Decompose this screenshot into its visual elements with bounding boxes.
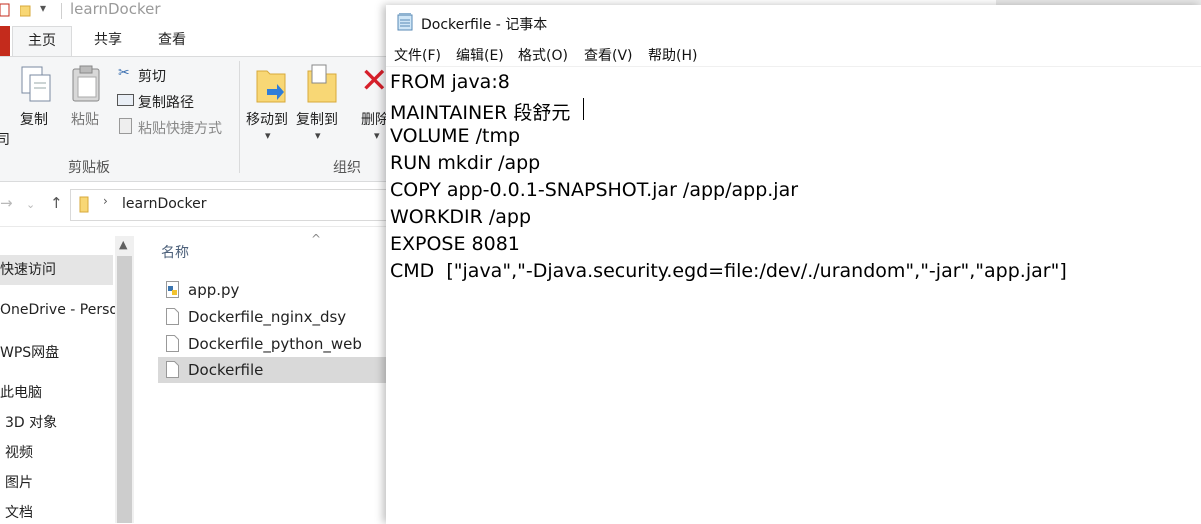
python-file-icon bbox=[166, 281, 179, 298]
properties-icon[interactable] bbox=[0, 3, 12, 17]
address-bar: → ⌄ ↑ › learnDocker bbox=[0, 184, 401, 227]
sort-ascending-icon: ^ bbox=[311, 232, 322, 246]
organize-group-label: 组织 bbox=[333, 160, 361, 176]
code-line: VOLUME /tmp bbox=[390, 125, 521, 147]
notepad-title: Dockerfile - 记事本 bbox=[421, 17, 548, 33]
blank-file-icon bbox=[166, 308, 179, 325]
titlebar-divider bbox=[61, 3, 62, 19]
clipboard-group-label: 剪贴板 bbox=[68, 160, 110, 176]
code-line: CMD ["java","-Djava.security.egd=file:/d… bbox=[390, 260, 1067, 282]
folder-icon bbox=[79, 196, 89, 213]
delete-icon: ✕ bbox=[360, 61, 389, 101]
ribbon-group-divider bbox=[239, 61, 240, 173]
delete-dropdown-icon[interactable]: ▾ bbox=[374, 129, 380, 142]
copy-to-button[interactable]: 复制到 bbox=[296, 109, 338, 129]
copy-to-icon bbox=[307, 64, 337, 103]
explorer-titlebar: ▾ learnDocker bbox=[0, 0, 400, 22]
move-to-icon bbox=[256, 70, 286, 103]
up-arrow-icon[interactable]: ↑ bbox=[50, 194, 63, 212]
navigation-pane: 快速访问 OneDrive - Perso WPS网盘 此电脑 3D 对象 视频… bbox=[0, 236, 134, 523]
file-name: Dockerfile_python_web bbox=[188, 335, 362, 353]
code-line: EXPOSE 8081 bbox=[390, 233, 520, 255]
address-field[interactable] bbox=[70, 189, 401, 221]
ribbon-home: 司 复制 粘贴 ✂ 剪切 复制路径 粘贴快捷方式 剪贴板 移动到 ▾ 复制到 ▾… bbox=[0, 56, 400, 182]
nav-item-documents[interactable]: 文档 bbox=[5, 502, 33, 522]
move-to-button[interactable]: 移动到 bbox=[246, 109, 288, 129]
menu-edit[interactable]: 编辑(E) bbox=[456, 45, 504, 65]
folder-icon[interactable] bbox=[20, 3, 32, 17]
tab-share[interactable]: 共享 bbox=[80, 26, 136, 56]
column-header-name[interactable]: 名称 bbox=[161, 242, 189, 262]
move-to-dropdown-icon[interactable]: ▾ bbox=[265, 129, 271, 142]
code-line: RUN mkdir /app bbox=[390, 152, 541, 174]
menu-file[interactable]: 文件(F) bbox=[394, 45, 441, 65]
copy-path-icon bbox=[117, 94, 134, 106]
scissors-icon: ✂ bbox=[118, 65, 130, 81]
code-line: COPY app-0.0.1-SNAPSHOT.jar /app/app.jar bbox=[390, 179, 799, 201]
nav-item-pictures[interactable]: 图片 bbox=[5, 472, 33, 492]
scrollbar-thumb[interactable] bbox=[117, 256, 132, 523]
nav-item-quick-access[interactable]: 快速访问 bbox=[0, 255, 113, 285]
code-line: FROM java:8 bbox=[390, 71, 510, 93]
notepad-window: Dockerfile - 记事本 文件(F) 编辑(E) 格式(O) 查看(V)… bbox=[386, 5, 1201, 524]
copy-to-dropdown-icon[interactable]: ▾ bbox=[315, 129, 321, 142]
paste-shortcut-button[interactable]: 粘贴快捷方式 bbox=[138, 118, 222, 138]
file-row-selected[interactable]: Dockerfile bbox=[158, 357, 400, 383]
recent-locations-icon[interactable]: ⌄ bbox=[26, 198, 35, 211]
menu-bar: 文件(F) 编辑(E) 格式(O) 查看(V) 帮助(H) bbox=[386, 43, 1201, 65]
blank-file-icon bbox=[166, 361, 179, 378]
file-name: Dockerfile bbox=[188, 361, 264, 379]
paste-shortcut-icon bbox=[119, 118, 132, 134]
cut-button[interactable]: 剪切 bbox=[138, 66, 166, 86]
paste-icon bbox=[72, 65, 100, 102]
code-line: MAINTAINER 段舒元 bbox=[390, 102, 571, 124]
explorer-title: learnDocker bbox=[70, 0, 161, 18]
nav-item-onedrive[interactable]: OneDrive - Perso bbox=[0, 302, 118, 318]
breadcrumb-folder[interactable]: learnDocker bbox=[122, 196, 207, 212]
notepad-titlebar: Dockerfile - 记事本 bbox=[386, 5, 1201, 41]
nav-item-3d-objects[interactable]: 3D 对象 bbox=[5, 412, 57, 432]
menu-view[interactable]: 查看(V) bbox=[584, 45, 633, 65]
paste-button[interactable]: 粘贴 bbox=[71, 109, 99, 129]
tab-view[interactable]: 查看 bbox=[144, 26, 200, 56]
delete-button[interactable]: 删除 bbox=[361, 109, 389, 129]
tab-home[interactable]: 主页 bbox=[12, 26, 72, 57]
file-row[interactable]: Dockerfile_nginx_dsy bbox=[158, 304, 400, 330]
code-line: WORKDIR /app bbox=[390, 206, 532, 228]
forward-icon[interactable]: → bbox=[0, 194, 13, 212]
scroll-up-icon[interactable]: ▲ bbox=[119, 238, 127, 251]
file-row[interactable]: app.py bbox=[158, 277, 400, 303]
file-name: app.py bbox=[188, 281, 240, 299]
breadcrumb-chevron-icon[interactable]: › bbox=[103, 194, 108, 208]
ribbon-cutoff-label: 司 bbox=[0, 132, 10, 148]
quick-access-dropdown-icon[interactable]: ▾ bbox=[40, 1, 46, 15]
text-editor[interactable]: FROM java:8 MAINTAINER 段舒元 VOLUME /tmp R… bbox=[386, 66, 1201, 524]
nav-pane-scrollbar[interactable]: ▲ bbox=[115, 236, 134, 523]
ribbon-tabs: 主页 共享 查看 bbox=[0, 26, 400, 57]
menu-help[interactable]: 帮助(H) bbox=[648, 45, 697, 65]
tab-file[interactable] bbox=[0, 26, 10, 56]
notepad-icon bbox=[397, 13, 413, 31]
nav-item-videos[interactable]: 视频 bbox=[5, 442, 33, 462]
copy-button[interactable]: 复制 bbox=[20, 109, 48, 129]
copy-icon bbox=[21, 66, 51, 102]
menu-format[interactable]: 格式(O) bbox=[518, 45, 568, 65]
nav-item-wps-drive[interactable]: WPS网盘 bbox=[0, 342, 59, 362]
file-explorer-window: ▾ learnDocker 主页 共享 查看 司 复制 粘贴 ✂ 剪切 复制路径 bbox=[0, 0, 401, 523]
file-row[interactable]: Dockerfile_python_web bbox=[158, 331, 400, 357]
nav-item-this-pc[interactable]: 此电脑 bbox=[0, 382, 42, 402]
blank-file-icon bbox=[166, 335, 179, 352]
text-caret bbox=[583, 98, 584, 120]
file-list: 名称 ^ app.py Dockerfile_nginx_dsy Dockerf… bbox=[134, 232, 400, 523]
file-name: Dockerfile_nginx_dsy bbox=[188, 308, 347, 326]
copy-path-button[interactable]: 复制路径 bbox=[138, 92, 194, 112]
